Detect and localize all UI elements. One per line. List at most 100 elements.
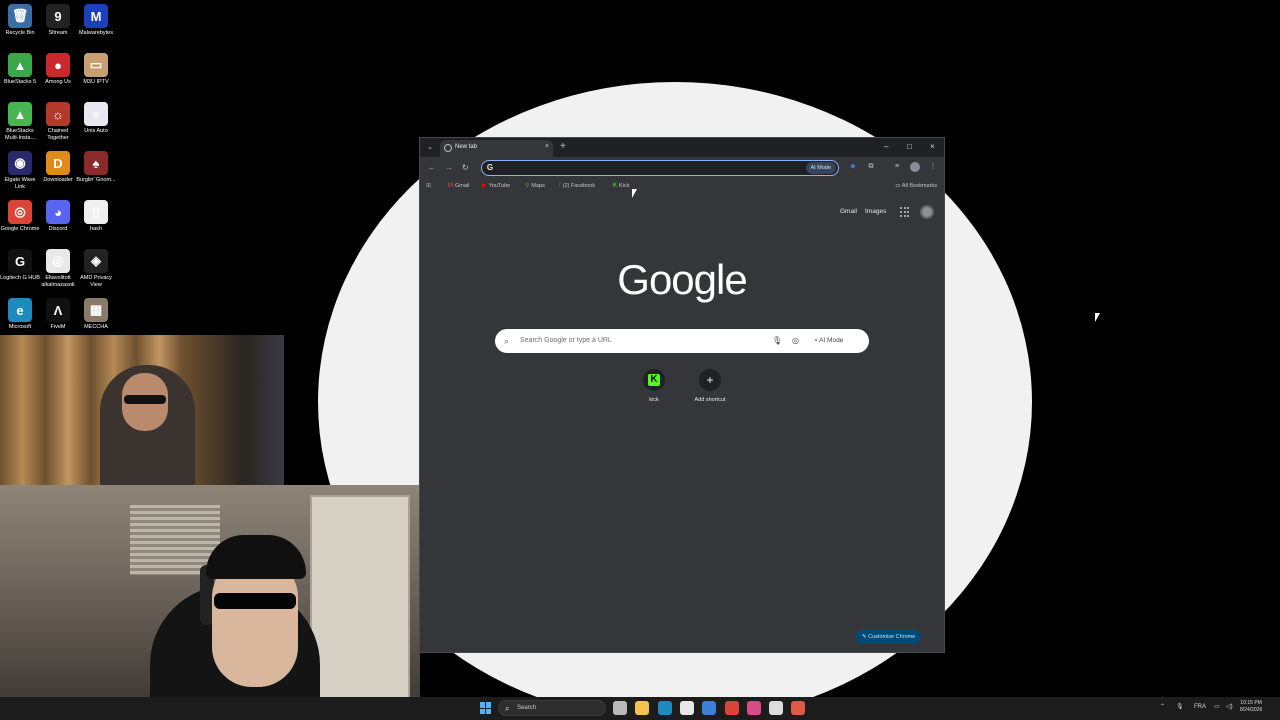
taskbar-search[interactable]: ⌕ Search	[498, 700, 606, 716]
desktop-icon[interactable]: ♠ Burglin' Gnom...	[76, 151, 116, 184]
desktop-icon[interactable]: ▩ MECCHA	[76, 298, 116, 331]
unis-auto-icon: ≡	[84, 102, 108, 126]
desktop-icon[interactable]: ≡ Unis Auto	[76, 102, 116, 135]
chevron-up-icon[interactable]: ⌃	[1160, 703, 1165, 712]
ntp-search-box[interactable]: ⌕ Search Google or type a URL 🎙 ◎ ⌕ AI M…	[495, 329, 869, 353]
all-bookmarks-button[interactable]: ▭ All Bookmarks	[895, 182, 937, 190]
fivem-icon: Λ	[46, 298, 70, 322]
minimize-button[interactable]: –	[884, 141, 888, 153]
desktop-icon[interactable]: Λ FiveM	[38, 298, 78, 331]
desktop-icon[interactable]: 🗑 Recycle Bin	[0, 4, 40, 37]
bookmark-gmail[interactable]: M Gmail	[448, 182, 469, 190]
add-shortcut-button[interactable]: + Add shortcut	[685, 369, 735, 404]
tab-groups-icon[interactable]: ≡	[892, 162, 902, 172]
volume-icon[interactable]: ◁)	[1226, 703, 1233, 712]
webcam-top	[0, 335, 284, 485]
profile-avatar[interactable]	[910, 162, 920, 172]
reload-button[interactable]: ↻	[462, 162, 469, 174]
microphone-icon[interactable]: 🎙	[772, 335, 782, 347]
extensions-puzzle-icon[interactable]: ⧉	[866, 162, 876, 172]
customise-chrome-button[interactable]: ✎ Customise Chrome	[856, 630, 922, 644]
chrome-icon[interactable]	[724, 701, 739, 715]
shortcut-kick[interactable]: K kick	[629, 369, 679, 404]
tab-search-icon[interactable]: ⌄	[424, 142, 436, 154]
back-button[interactable]: ←	[428, 162, 436, 174]
chrome-icon[interactable]	[791, 701, 806, 715]
desktop-icon[interactable]: ◕ Discord	[38, 200, 78, 233]
ntp-ai-mode-button[interactable]: ⌕ AI Mode	[814, 335, 843, 347]
omnibox-ai-mode-button[interactable]: AI Mode	[805, 162, 836, 174]
malwarebytes-icon: M	[84, 4, 108, 28]
address-bar[interactable]: G AI Mode	[481, 160, 839, 176]
new-tab-page: Gmail Images Google ⌕ Search Google or t…	[420, 193, 944, 652]
maximize-button[interactable]: □	[907, 141, 912, 153]
images-link[interactable]: Images	[865, 207, 886, 217]
bookmark-kick[interactable]: K Kick	[613, 182, 629, 190]
language-indicator[interactable]: FRA	[1194, 703, 1206, 712]
obs-icon[interactable]	[769, 701, 784, 715]
desktop-icon-label: Sltream	[48, 30, 68, 36]
desktop-icon[interactable]: ▲ BlueStacks Multi-Insta...	[0, 102, 40, 142]
desktop-icon-label: Burglin' Gnom...	[76, 177, 116, 183]
bookmark-maps[interactable]: ⚲ Maps	[525, 182, 545, 190]
desktop-icon[interactable]: G Logitech G HUB	[0, 249, 40, 282]
desktop-icon-label: Downloader	[43, 177, 73, 183]
outlook-icon[interactable]	[702, 701, 717, 715]
desktop-icon-label: Eltavolitott alkalmazasok	[41, 275, 75, 288]
desktop-icon[interactable]: D Downloader	[38, 151, 78, 184]
desktop-icon[interactable]: ◈ AMD Privacy View	[76, 249, 116, 289]
desktop-icon-label: Logitech G HUB	[0, 275, 40, 281]
chrome-icon: ◎	[8, 200, 32, 224]
desktop-icon[interactable]: 9 Sltream	[38, 4, 78, 37]
new-tab-button[interactable]: +	[560, 141, 566, 153]
desktop-icon[interactable]: ◉ Elgato Wave Link	[0, 151, 40, 191]
desktop-icon-label: Elgato Wave Link	[4, 177, 36, 190]
file-explorer-icon[interactable]	[635, 701, 650, 715]
tab-close-icon[interactable]: ×	[545, 143, 549, 150]
desktop-icon[interactable]: ● Among Us	[38, 53, 78, 86]
desktop-icon[interactable]: ▭ M3U IPTV	[76, 53, 116, 86]
close-button[interactable]: ×	[930, 141, 935, 153]
tab-title: New tab	[455, 144, 478, 150]
lens-icon[interactable]: ◎	[792, 335, 799, 347]
taskbar-search-label: Search	[517, 705, 537, 711]
tab-new-tab[interactable]: New tab ×	[440, 140, 553, 157]
extension-icon[interactable]: ◆	[848, 162, 858, 172]
shortcut-label: kick	[649, 397, 659, 403]
desktop-icon[interactable]: ▲ BlueStacks 5	[0, 53, 40, 86]
desktop-icon[interactable]: ☼ Chained Together	[38, 102, 78, 142]
account-avatar[interactable]	[920, 205, 934, 219]
address-input[interactable]	[498, 162, 788, 174]
gmail-link[interactable]: Gmail	[840, 207, 857, 217]
logitech-g-hub-icon: G	[8, 249, 32, 273]
microphone-icon[interactable]: 🎙	[1176, 703, 1184, 712]
webcam-bottom	[0, 485, 420, 720]
edge-icon[interactable]	[657, 701, 672, 715]
bookmark-youtube[interactable]: ▶ YouTube	[482, 182, 510, 190]
bluestacks-icon: ▲	[8, 53, 32, 77]
clock[interactable]: 10:15 PM 8/24/2026	[1240, 700, 1262, 714]
app-icon[interactable]	[746, 701, 761, 715]
desktop-icon-label: Discord	[48, 226, 68, 232]
kick-icon: K	[648, 374, 660, 386]
desktop-icon[interactable]: ◎ Eltavolitott alkalmazasok	[38, 249, 78, 289]
desktop-icon[interactable]: e Microsoft	[0, 298, 40, 331]
apps-grid-icon[interactable]: ⊞	[426, 182, 431, 190]
bookmarks-bar: ⊞ ▭ All Bookmarks M Gmail ▶ YouTube ⚲ Maps f (2…	[420, 179, 944, 193]
network-icon[interactable]: ▭	[1214, 703, 1220, 712]
forward-button[interactable]: →	[445, 162, 453, 174]
desktop-icon-label: MECCHA	[84, 324, 108, 330]
bookmark-label: Gmail	[455, 183, 470, 189]
bluestacks-multi-icon: ▲	[8, 102, 32, 126]
desktop-icon-label: Google Chrome	[0, 226, 40, 232]
desktop-icon[interactable]: ◎ Google Chrome	[0, 200, 40, 233]
bookmark-facebook[interactable]: f (2) Facebook	[559, 182, 595, 190]
more-menu-icon[interactable]: ⋮	[928, 162, 938, 172]
start-button[interactable]	[480, 702, 492, 714]
chained-together-icon: ☼	[46, 102, 70, 126]
google-apps-icon[interactable]	[900, 207, 910, 217]
desktop-icon[interactable]: M Malwarebytes	[76, 4, 116, 37]
desktop-icon[interactable]: ▯ hash	[76, 200, 116, 233]
store-icon[interactable]	[679, 701, 694, 715]
task-view-icon[interactable]	[613, 701, 627, 715]
